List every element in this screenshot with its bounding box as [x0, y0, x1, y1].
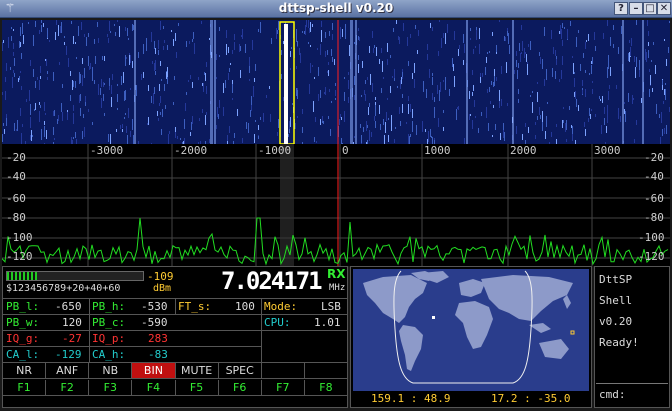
x-tick-label: -2000 — [174, 144, 208, 157]
f3-button[interactable]: F3 — [89, 380, 133, 395]
spectrum-display[interactable]: -3000 -2000 -1000 0 1000 2000 3000 -20 -… — [2, 144, 670, 266]
f7-button[interactable]: F7 — [262, 380, 305, 395]
param-value-iq-p[interactable]: 283 — [148, 332, 168, 345]
meter-scale: $123456789+20+40+60 — [6, 283, 121, 294]
signal-meter-value: -109 — [147, 270, 174, 283]
spec-toggle[interactable]: SPEC — [219, 363, 262, 378]
y-tick-label: -80 — [6, 211, 26, 224]
param-value-pb-c[interactable]: -590 — [141, 316, 168, 329]
param-label-iq-g: IQ_g: — [6, 332, 40, 345]
nr-toggle[interactable]: NR — [3, 363, 47, 378]
y-tick-label: -100 — [6, 231, 33, 244]
help-button[interactable]: ? — [614, 2, 628, 15]
y-tick-label: -60 — [644, 192, 664, 205]
param-label-pb-w: PB_w: — [6, 316, 40, 329]
window-title: dttsp-shell v0.20 — [278, 1, 394, 15]
nb-toggle[interactable]: NB — [89, 363, 133, 378]
param-value-pb-w[interactable]: 120 — [62, 316, 82, 329]
param-label-ft-s: FT_s: — [178, 300, 212, 313]
control-panel: -109 $123456789+20+40+60 dBm 7.024171 RX… — [2, 266, 348, 408]
f6-button[interactable]: F6 — [219, 380, 262, 395]
frequency-unit: MHz — [329, 283, 346, 293]
x-tick-label: 0 — [342, 144, 349, 157]
command-input[interactable]: cmd: — [596, 383, 668, 405]
y-tick-label: -40 — [644, 170, 664, 183]
rx-indicator: RX — [327, 267, 346, 281]
close-button[interactable]: ✕ — [657, 2, 671, 15]
world-map-panel: 159.1 : 48.9 17.2 : -35.0 — [350, 266, 592, 408]
app-window: ⚚ dttsp-shell v0.20 ? – □ ✕ -3000 -2000 … — [0, 0, 672, 411]
shell-line: Ready! — [599, 336, 639, 349]
y-tick-label: -120 — [6, 250, 33, 263]
shell-panel: DttSP Shell v0.20 Ready! cmd: — [594, 266, 670, 408]
f5-button[interactable]: F5 — [176, 380, 219, 395]
waterfall-canvas — [2, 20, 670, 144]
meter-unit: dBm — [153, 283, 172, 294]
shell-line: Shell — [599, 294, 633, 307]
world-map[interactable] — [353, 269, 589, 391]
param-value-pb-h[interactable]: -530 — [141, 300, 168, 313]
waterfall-display[interactable] — [2, 20, 670, 144]
bin-toggle[interactable]: BIN — [132, 363, 176, 378]
spectrum-canvas — [2, 144, 670, 266]
param-label-pb-c: PB_c: — [92, 316, 126, 329]
y-tick-label: -60 — [6, 192, 26, 205]
fkey-row: F1 F2 F3 F4 F5 F6 F7 F8 — [3, 380, 347, 396]
shell-line: v0.20 — [599, 315, 633, 328]
x-tick-label: 3000 — [594, 144, 621, 157]
y-tick-label: -100 — [638, 231, 665, 244]
shell-line: DttSP — [599, 273, 633, 286]
frequency-readout[interactable]: 7.024171 — [221, 267, 323, 295]
anf-toggle[interactable]: ANF — [46, 363, 90, 378]
world-map-graphic — [363, 270, 575, 384]
param-value-mode[interactable]: LSB — [321, 300, 341, 313]
signal-meter — [6, 271, 144, 281]
param-value-iq-g[interactable]: -27 — [62, 332, 82, 345]
param-value-pb-l[interactable]: -650 — [55, 300, 82, 313]
title-bar[interactable]: ⚚ dttsp-shell v0.20 ? – □ ✕ — [0, 0, 672, 18]
f4-button[interactable]: F4 — [132, 380, 176, 395]
mute-toggle[interactable]: MUTE — [176, 363, 219, 378]
param-value-ft-s[interactable]: 100 — [235, 300, 255, 313]
x-tick-label: -1000 — [258, 144, 292, 157]
param-label-iq-p: IQ_p: — [92, 332, 126, 345]
param-label-cpu: CPU: — [264, 316, 291, 329]
param-label-pb-l: PB_l: — [6, 300, 40, 313]
param-value-cpu: 1.01 — [314, 316, 341, 329]
param-value-ca-h[interactable]: -83 — [148, 348, 168, 361]
toggle-row: NR ANF NB BIN MUTE SPEC — [3, 363, 347, 379]
f1-button[interactable]: F1 — [3, 380, 47, 395]
y-tick-label: -120 — [638, 250, 665, 263]
y-tick-label: -20 — [6, 151, 26, 164]
signal-meter-level — [7, 272, 37, 280]
param-label-ca-l: CA_l: — [6, 348, 40, 361]
y-tick-label: -80 — [644, 211, 664, 224]
map-coords-left: 159.1 : 48.9 — [371, 392, 451, 405]
f2-button[interactable]: F2 — [46, 380, 90, 395]
param-label-ca-h: CA_h: — [92, 348, 126, 361]
x-tick-label: -3000 — [90, 144, 124, 157]
x-tick-label: 2000 — [510, 144, 537, 157]
maximize-button[interactable]: □ — [643, 2, 657, 15]
map-coordinates: 159.1 : 48.9 17.2 : -35.0 — [353, 391, 589, 405]
param-label-mode: Mode: — [264, 300, 298, 313]
param-label-pb-h: PB_h: — [92, 300, 126, 313]
empty-slot — [305, 363, 347, 378]
f8-button[interactable]: F8 — [305, 380, 347, 395]
minimize-button[interactable]: – — [629, 2, 643, 15]
param-value-ca-l[interactable]: -129 — [55, 348, 82, 361]
x-tick-label: 1000 — [424, 144, 451, 157]
y-tick-label: -20 — [644, 151, 664, 164]
command-prompt: cmd: — [599, 388, 626, 401]
shell-output: DttSP Shell v0.20 Ready! — [599, 269, 639, 353]
map-coords-right: 17.2 : -35.0 — [491, 392, 571, 405]
empty-slot — [262, 363, 305, 378]
y-tick-label: -40 — [6, 170, 26, 183]
